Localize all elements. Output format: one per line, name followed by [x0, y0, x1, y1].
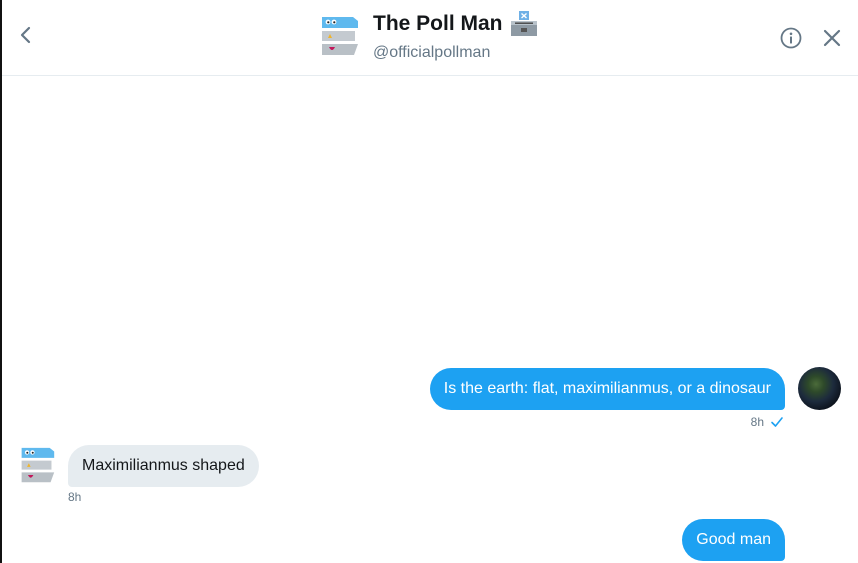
close-icon — [823, 29, 841, 47]
window-edge — [0, 0, 2, 563]
back-button[interactable] — [14, 22, 38, 48]
info-button[interactable] — [780, 27, 802, 49]
message-bubble-sent[interactable]: Good man — [682, 519, 785, 561]
conversation-title: The Poll Man — [373, 12, 503, 35]
message-bubble-sent[interactable]: Is the earth: flat, maximilianmus, or a … — [429, 368, 785, 410]
poll-man-avatar-message[interactable] — [19, 447, 55, 485]
user-avatar[interactable] — [798, 367, 841, 410]
title-block: The Poll Man @officialpollman — [373, 10, 538, 62]
message-meta: 8h — [751, 415, 784, 429]
conversation-header: The Poll Man @officialpollman — [2, 0, 858, 76]
message-timestamp: 8h — [68, 490, 82, 504]
ballot-box-icon — [510, 11, 537, 36]
message-meta: 8h — [68, 490, 81, 504]
message-bubble-received[interactable]: Maximilianmus shaped — [68, 445, 259, 487]
chevron-left-icon — [20, 26, 31, 44]
message-timestamp: 8h — [750, 415, 764, 429]
info-icon — [780, 27, 802, 49]
poll-man-avatar[interactable] — [320, 16, 358, 58]
close-button[interactable] — [821, 27, 843, 49]
read-check-icon — [771, 417, 783, 427]
conversation-handle[interactable]: @officialpollman — [373, 44, 538, 62]
